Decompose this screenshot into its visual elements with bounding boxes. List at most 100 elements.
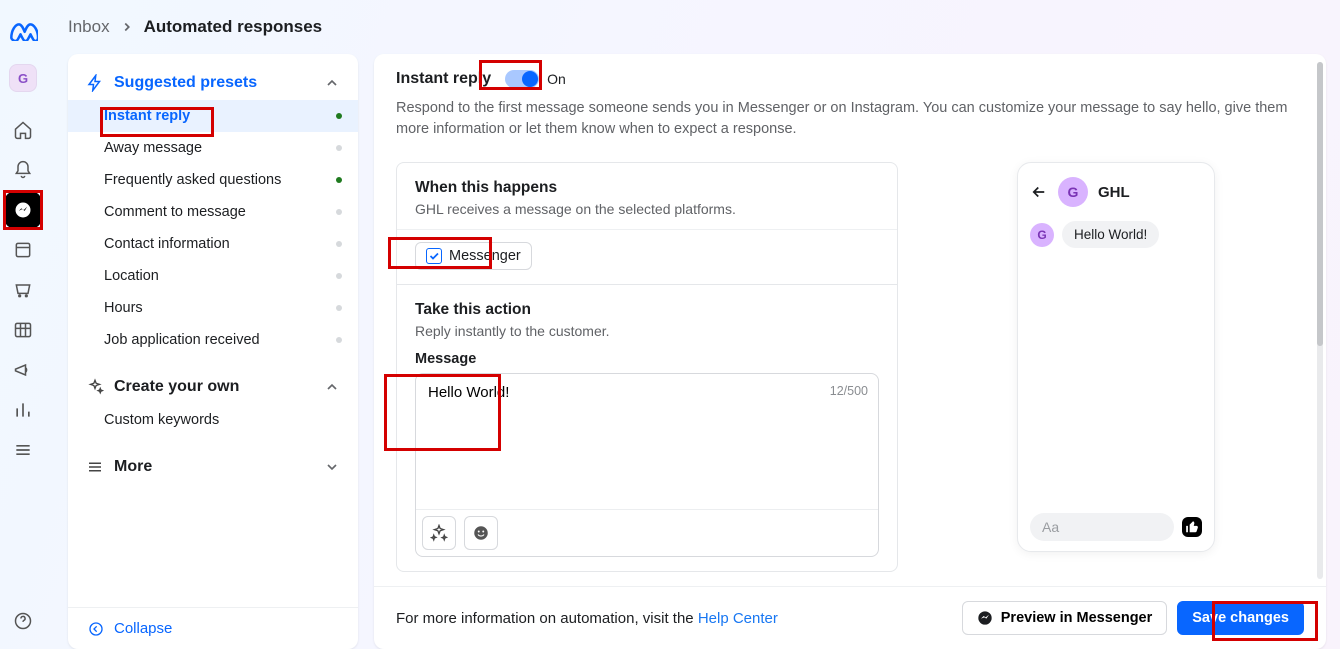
preset-item[interactable]: Contact information <box>68 228 358 260</box>
toggle-state: On <box>547 71 566 87</box>
chevron-down-icon <box>324 459 340 475</box>
message-box: 12/500 <box>415 373 879 557</box>
help-center-link[interactable]: Help Center <box>698 610 778 627</box>
presets-panel: Suggested presets Instant reply Away mess… <box>68 54 358 649</box>
preset-item[interactable]: Instant reply <box>68 100 358 132</box>
account-avatar[interactable]: G <box>9 64 37 92</box>
section-label: More <box>114 458 152 476</box>
preset-label: Away message <box>104 140 202 156</box>
preset-item[interactable]: Frequently asked questions <box>68 164 358 196</box>
breadcrumb-root[interactable]: Inbox <box>68 17 110 37</box>
sparkle-icon <box>86 378 104 396</box>
save-changes-button[interactable]: Save changes <box>1177 601 1304 635</box>
when-heading: When this happens <box>415 179 879 197</box>
status-dot <box>336 273 342 279</box>
section-suggested-presets[interactable]: Suggested presets <box>68 60 358 100</box>
preset-label: Job application received <box>104 332 260 348</box>
status-dot <box>336 241 342 247</box>
nav-inbox[interactable] <box>5 192 41 228</box>
nav-insights[interactable] <box>5 392 41 428</box>
instant-reply-toggle[interactable]: On <box>505 70 566 88</box>
status-dot <box>336 113 342 119</box>
preview-name: GHL <box>1098 184 1130 201</box>
preset-item[interactable]: Location <box>68 260 358 292</box>
preset-label: Contact information <box>104 236 230 252</box>
button-label: Preview in Messenger <box>1001 610 1153 626</box>
status-dot <box>336 145 342 151</box>
action-card: Take this action Reply instantly to the … <box>396 284 898 572</box>
section-label: Suggested presets <box>114 74 257 92</box>
platform-label: Messenger <box>449 248 521 264</box>
checkbox-checked-icon <box>426 248 442 264</box>
nav-posts[interactable] <box>5 232 41 268</box>
personalize-button[interactable] <box>422 516 456 550</box>
avatar-initial: G <box>18 71 28 86</box>
section-label: Create your own <box>114 378 239 396</box>
nav-home[interactable] <box>5 112 41 148</box>
breadcrumb: Inbox Automated responses <box>68 0 1340 54</box>
section-create-your-own[interactable]: Create your own <box>68 364 358 404</box>
platform-messenger-checkbox[interactable]: Messenger <box>415 242 532 270</box>
back-arrow-icon <box>1030 183 1048 201</box>
preview-like-icon <box>1182 517 1202 537</box>
preview-mini-avatar: G <box>1030 223 1054 247</box>
lightning-icon <box>86 74 104 92</box>
status-dot <box>336 305 342 311</box>
collapse-button[interactable]: Collapse <box>68 607 358 649</box>
preset-label: Location <box>104 268 159 284</box>
nav-menu[interactable] <box>5 432 41 468</box>
preset-list: Instant reply Away message Frequently aske… <box>68 100 358 364</box>
preview-input: Aa <box>1030 513 1174 541</box>
preset-label: Frequently asked questions <box>104 172 281 188</box>
status-dot <box>336 177 342 183</box>
preview-avatar: G <box>1058 177 1088 207</box>
collapse-label: Collapse <box>114 620 172 637</box>
message-label: Message <box>415 351 879 367</box>
editor-description: Respond to the first message someone sen… <box>396 98 1304 140</box>
when-sub: GHL receives a message on the selected p… <box>415 201 879 217</box>
when-card: When this happens GHL receives a message… <box>396 162 898 284</box>
preset-label: Instant reply <box>104 108 190 124</box>
automation-editor: Instant reply On Respond to the first me… <box>374 54 1326 649</box>
list-icon <box>86 458 104 476</box>
preview-card: G GHL G Hello World! <box>1017 162 1215 552</box>
create-list: Custom keywords <box>68 404 358 444</box>
nav-ads[interactable] <box>5 352 41 388</box>
preset-label: Hours <box>104 300 143 316</box>
editor-title: Instant reply <box>396 70 491 88</box>
preset-item[interactable]: Away message <box>68 132 358 164</box>
preview-bubble: Hello World! <box>1062 221 1159 248</box>
messenger-icon <box>977 610 993 626</box>
message-textarea[interactable] <box>416 374 878 504</box>
section-more[interactable]: More <box>68 444 358 484</box>
preset-item[interactable]: Custom keywords <box>68 404 358 436</box>
preset-item[interactable]: Job application received <box>68 324 358 356</box>
chevron-up-icon <box>324 379 340 395</box>
toggle-switch[interactable] <box>505 70 539 88</box>
left-rail: G <box>0 0 46 649</box>
footer-info: For more information on automation, visi… <box>396 610 778 627</box>
nav-notifications[interactable] <box>5 152 41 188</box>
chevron-up-icon <box>324 75 340 91</box>
editor-footer: For more information on automation, visi… <box>374 586 1326 649</box>
nav-commerce[interactable] <box>5 272 41 308</box>
action-sub: Reply instantly to the customer. <box>415 323 879 339</box>
emoji-button[interactable] <box>464 516 498 550</box>
meta-logo <box>8 16 38 46</box>
preset-label: Custom keywords <box>104 412 219 428</box>
action-heading: Take this action <box>415 301 879 319</box>
preset-item[interactable]: Hours <box>68 292 358 324</box>
chevron-right-icon <box>120 20 134 34</box>
preset-label: Comment to message <box>104 204 246 220</box>
collapse-icon <box>88 621 104 637</box>
breadcrumb-current: Automated responses <box>144 17 323 37</box>
preset-item[interactable]: Comment to message <box>68 196 358 228</box>
nav-tables[interactable] <box>5 312 41 348</box>
preview-in-messenger-button[interactable]: Preview in Messenger <box>962 601 1168 635</box>
button-label: Save changes <box>1192 610 1289 626</box>
status-dot <box>336 209 342 215</box>
char-counter: 12/500 <box>830 384 868 398</box>
nav-help[interactable] <box>5 603 41 639</box>
status-dot <box>336 337 342 343</box>
scrollbar[interactable] <box>1317 62 1323 579</box>
